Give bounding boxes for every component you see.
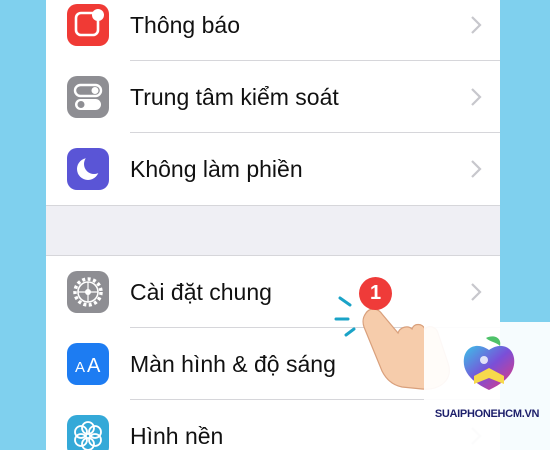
- step-number-badge: 1: [359, 277, 392, 310]
- gear-icon: [67, 271, 109, 313]
- chevron-right-icon: [471, 283, 482, 301]
- settings-row-control-center[interactable]: Trung tâm kiểm soát: [46, 61, 500, 133]
- settings-row-label: Trung tâm kiểm soát: [130, 84, 339, 110]
- brand-logo-icon: [463, 336, 515, 390]
- chevron-right-icon: [471, 16, 482, 34]
- watermark-text: SUAIPHONEHCM.VN: [434, 408, 540, 420]
- svg-text:A: A: [87, 355, 101, 377]
- settings-row-notifications[interactable]: Thông báo: [46, 0, 500, 61]
- chevron-right-icon: [471, 160, 482, 178]
- display-brightness-icon: AA: [67, 343, 109, 385]
- notifications-icon: [67, 4, 109, 46]
- settings-row-label: Cài đặt chung: [130, 279, 272, 305]
- settings-row-label: Không làm phiền: [130, 156, 303, 182]
- wallpaper-flower-icon: [67, 415, 109, 450]
- svg-text:A: A: [75, 359, 85, 376]
- chevron-right-icon: [471, 88, 482, 106]
- settings-row-label: Màn hình & độ sáng: [130, 351, 336, 377]
- control-center-icon: [67, 76, 109, 118]
- watermark-logo: SUAIPHONEHCM.VN: [424, 322, 550, 450]
- moon-icon: [67, 148, 109, 190]
- settings-row-do-not-disturb[interactable]: Không làm phiền: [46, 133, 500, 205]
- settings-row-label: Hình nền: [130, 423, 224, 449]
- settings-group-1: Thông báo Trung tâm kiểm soát Không làm …: [46, 0, 500, 206]
- settings-row-label: Thông báo: [130, 12, 240, 38]
